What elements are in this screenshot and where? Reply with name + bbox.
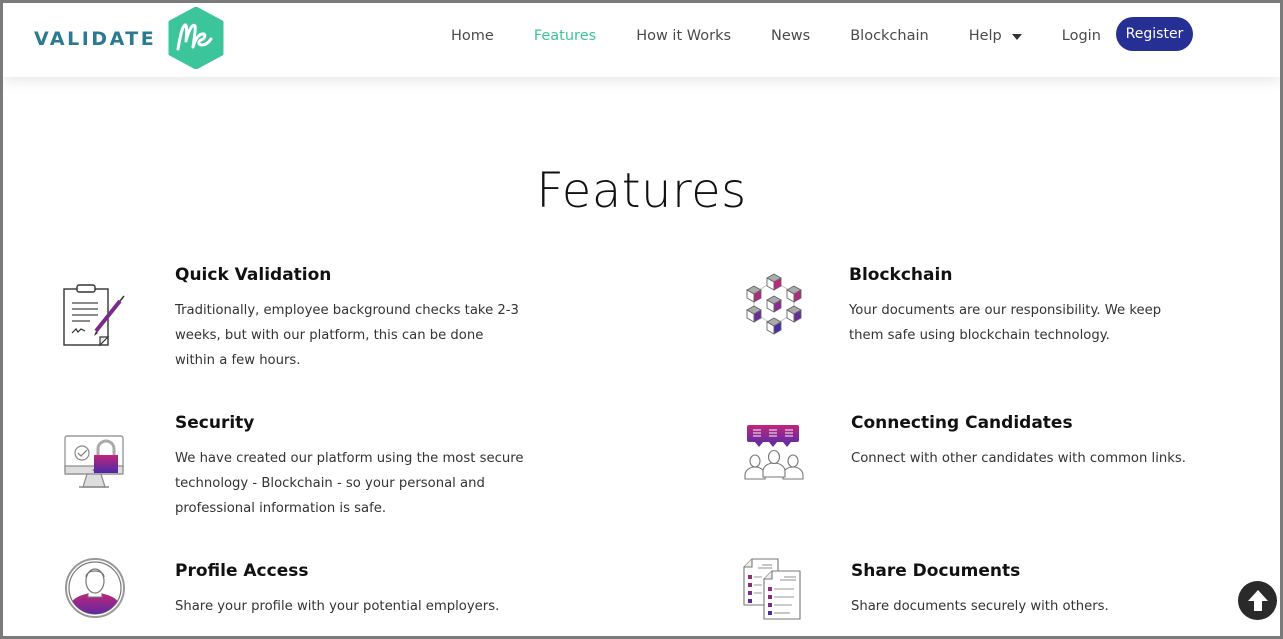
page-title: Features <box>536 163 747 219</box>
arrow-up-icon <box>1247 589 1268 611</box>
feature-title: Share Documents <box>851 561 1021 581</box>
nav-home[interactable]: Home <box>451 28 494 44</box>
people-chat-icon <box>744 425 804 480</box>
clipboard-pen-icon <box>63 284 125 347</box>
monitor-lock-icon <box>64 435 124 488</box>
feature-title: Blockchain <box>849 265 953 285</box>
site-header: VALIDATE Home Features How it Works News… <box>3 3 1280 77</box>
nav-help-label: Help <box>968 28 1002 44</box>
feature-text: Traditionally, employee background check… <box>175 303 519 368</box>
feature-text: We have created our platform using the m… <box>175 451 524 516</box>
logo-me-icon <box>168 7 224 69</box>
nav-how-it-works[interactable]: How it Works <box>636 28 731 44</box>
profile-avatar-icon <box>65 558 125 618</box>
feature-text: Connect with other candidates with commo… <box>851 451 1186 466</box>
nav-news[interactable]: News <box>771 28 810 44</box>
feature-title: Quick Validation <box>175 265 332 285</box>
main-nav: Home Features How it Works News Blockcha… <box>451 3 1141 69</box>
nav-features[interactable]: Features <box>534 28 596 44</box>
chevron-down-icon <box>1011 34 1022 40</box>
feature-title: Security <box>175 413 255 433</box>
nav-login[interactable]: Login <box>1062 28 1101 44</box>
logo-text: VALIDATE <box>34 28 157 50</box>
nav-blockchain[interactable]: Blockchain <box>850 28 928 44</box>
documents-icon <box>743 558 801 620</box>
feature-title: Connecting Candidates <box>851 413 1073 433</box>
scroll-to-top-button[interactable] <box>1238 581 1277 620</box>
feature-text: Share your profile with your potential e… <box>175 599 500 614</box>
feature-title: Profile Access <box>175 561 309 581</box>
feature-text: Your documents are our responsibility. W… <box>849 303 1162 343</box>
logo[interactable]: VALIDATE <box>34 7 224 69</box>
page-frame: VALIDATE Home Features How it Works News… <box>3 3 1280 636</box>
blockchain-cubes-icon <box>746 273 802 335</box>
cube <box>746 273 802 335</box>
register-button[interactable]: Register <box>1116 17 1193 51</box>
feature-text: Share documents securely with others. <box>851 599 1109 614</box>
nav-help[interactable]: Help <box>969 28 1022 44</box>
